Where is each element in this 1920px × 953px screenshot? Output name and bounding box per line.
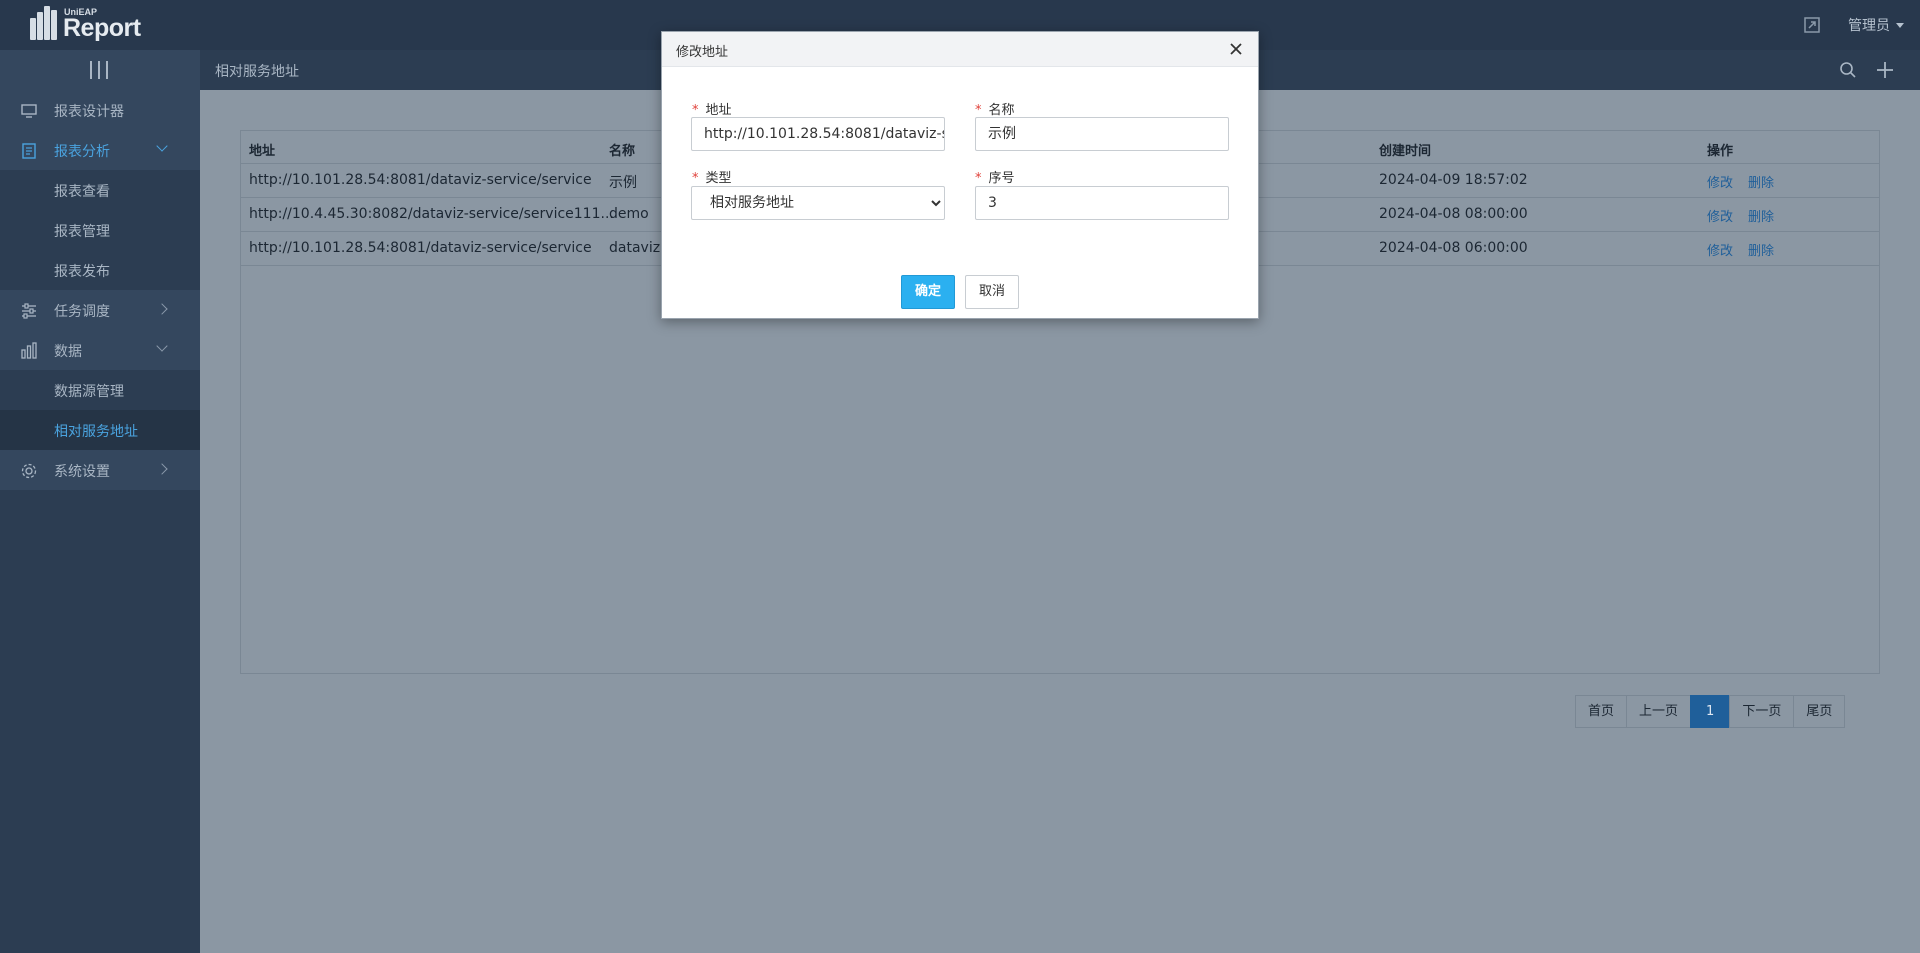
pager-first-button[interactable]: 首页: [1575, 695, 1628, 728]
chevron-right-icon: [156, 463, 168, 475]
type-select[interactable]: 相对服务地址: [691, 186, 945, 220]
order-label-text: 序号: [988, 171, 1015, 186]
sidebar-subitem-label: 报表发布: [54, 264, 110, 280]
pager-last-button[interactable]: 尾页: [1793, 695, 1846, 728]
required-mark: *: [692, 103, 699, 118]
logo-icon: [30, 6, 60, 40]
pager-current-page[interactable]: 1: [1690, 695, 1731, 728]
sidebar-subitem-label: 数据源管理: [54, 384, 124, 400]
sidebar-item-label: 报表分析: [54, 144, 110, 160]
pager-prev-button[interactable]: 上一页: [1626, 695, 1692, 728]
delete-link[interactable]: 删除: [1748, 172, 1774, 191]
confirm-button[interactable]: 确定: [901, 275, 955, 309]
breadcrumb: 相对服务地址: [215, 64, 299, 80]
column-header-address: 地址: [249, 144, 276, 159]
column-header-created: 创建时间: [1379, 144, 1432, 159]
name-input[interactable]: 示例: [975, 117, 1229, 151]
edit-link[interactable]: 修改: [1707, 206, 1733, 225]
sidebar-item-label: 报表设计器: [54, 104, 124, 120]
order-label: * 序号: [975, 167, 1015, 186]
sidebar-item-schedule[interactable]: 任务调度: [0, 290, 200, 330]
sidebar-subitem-datasource[interactable]: 数据源管理: [0, 370, 200, 410]
edit-address-dialog: 修改地址 * 地址 http://10.101.28.54:8081/datavi…: [661, 31, 1259, 319]
monitor-icon: [21, 104, 37, 118]
fullscreen-icon[interactable]: [1803, 16, 1821, 34]
sidebar-subitem-report-publish[interactable]: 报表发布: [0, 250, 200, 290]
cell-name: 示例: [609, 175, 637, 191]
cell-name: demo: [609, 206, 649, 222]
sidebar-subitem-label: 报表管理: [54, 224, 110, 240]
column-header-name: 名称: [609, 144, 636, 159]
menu-toggle-icon[interactable]: [90, 61, 108, 79]
address-label-text: 地址: [705, 103, 732, 118]
sidebar-subitem-label: 报表查看: [54, 184, 110, 200]
cell-address: http://10.4.45.30:8082/dataviz-service/s…: [249, 206, 614, 222]
gear-icon: [21, 463, 37, 479]
cell-created: 2024-04-08 08:00:00: [1379, 206, 1528, 222]
chevron-down-icon: [156, 140, 168, 152]
plus-icon[interactable]: [1875, 60, 1895, 80]
sidebar-subitem-label: 相对服务地址: [54, 424, 138, 440]
chevron-right-icon: [156, 303, 168, 315]
name-label: * 名称: [975, 99, 1015, 118]
order-input[interactable]: 3: [975, 186, 1229, 220]
cell-address: http://10.101.28.54:8081/dataviz-service…: [249, 172, 592, 188]
required-mark: *: [975, 103, 982, 118]
sidebar-item-label: 系统设置: [54, 464, 110, 480]
edit-link[interactable]: 修改: [1707, 240, 1733, 259]
document-icon: [22, 143, 36, 159]
pagination: 首页 上一页 1 下一页 尾页: [1575, 695, 1846, 728]
cell-name: dataviz: [609, 240, 661, 256]
dialog-header: 修改地址: [662, 32, 1258, 67]
type-label: * 类型: [692, 167, 732, 186]
cell-created: 2024-04-09 18:57:02: [1379, 172, 1528, 188]
dialog-title: 修改地址: [676, 45, 729, 60]
cancel-button[interactable]: 取消: [965, 275, 1019, 309]
required-mark: *: [975, 171, 982, 186]
sliders-icon: [22, 303, 36, 319]
search-icon[interactable]: [1839, 61, 1857, 79]
cell-address: http://10.101.28.54:8081/dataviz-service…: [249, 240, 592, 256]
sidebar-subitem-report-manage[interactable]: 报表管理: [0, 210, 200, 250]
name-label-text: 名称: [988, 103, 1015, 118]
close-icon[interactable]: [1229, 42, 1243, 56]
sidebar-item-analysis[interactable]: 报表分析: [0, 130, 200, 170]
address-label: * 地址: [692, 99, 732, 118]
app-logo[interactable]: UniEAP Report: [30, 4, 150, 44]
pager-next-button[interactable]: 下一页: [1729, 695, 1795, 728]
bar-chart-icon: [21, 342, 37, 359]
type-label-text: 类型: [705, 171, 732, 186]
delete-link[interactable]: 删除: [1748, 206, 1774, 225]
sidebar-item-data[interactable]: 数据: [0, 330, 200, 370]
required-mark: *: [692, 171, 699, 186]
user-name: 管理员: [1848, 18, 1890, 34]
address-input[interactable]: http://10.101.28.54:8081/dataviz-service…: [691, 117, 945, 151]
column-header-actions: 操作: [1707, 144, 1734, 159]
sidebar: 报表设计器 报表分析 报表查看 报表管理 报表发布 任务调度 数据 数据源管理 …: [0, 90, 200, 953]
sidebar-subitem-relative-service[interactable]: 相对服务地址: [0, 410, 200, 450]
user-menu[interactable]: 管理员: [1848, 15, 1904, 35]
cell-created: 2024-04-08 06:00:00: [1379, 240, 1528, 256]
chevron-down-icon: [1896, 22, 1904, 28]
sidebar-item-designer[interactable]: 报表设计器: [0, 90, 200, 130]
sidebar-item-settings[interactable]: 系统设置: [0, 450, 200, 490]
sidebar-subitem-report-view[interactable]: 报表查看: [0, 170, 200, 210]
sidebar-item-label: 数据: [54, 344, 82, 360]
sidebar-toggle-area: [0, 50, 200, 90]
sidebar-item-label: 任务调度: [54, 304, 110, 320]
chevron-down-icon: [156, 340, 168, 352]
delete-link[interactable]: 删除: [1748, 240, 1774, 259]
logo-big-text: Report: [63, 14, 141, 42]
edit-link[interactable]: 修改: [1707, 172, 1733, 191]
